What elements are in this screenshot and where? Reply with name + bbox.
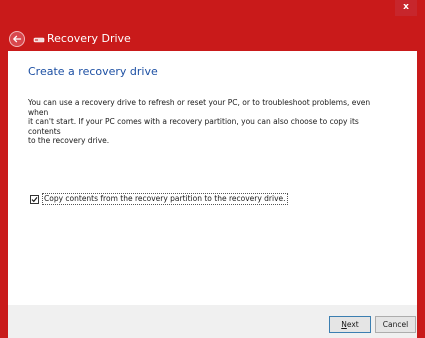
drive-icon [33, 37, 45, 43]
description-line: You can use a recovery drive to refresh … [28, 98, 371, 117]
copy-partition-option[interactable]: Copy contents from the recovery partitio… [30, 193, 288, 205]
window-border-left [0, 47, 8, 338]
copy-partition-checkbox[interactable] [30, 194, 39, 204]
back-arrow-icon [13, 35, 22, 43]
recovery-drive-window: x Recovery Drive Create a recovery drive… [0, 0, 425, 338]
window-border-right [417, 47, 425, 338]
window-title: Recovery Drive [47, 32, 131, 45]
checkmark-icon [31, 196, 38, 202]
description-line: to the recovery drive. [28, 136, 110, 145]
description-line: it can't start. If your PC comes with a … [28, 117, 359, 136]
next-button[interactable]: Next [329, 316, 371, 333]
title-bar: x Recovery Drive [0, 0, 425, 47]
copy-partition-label[interactable]: Copy contents from the recovery partitio… [42, 193, 288, 205]
page-heading: Create a recovery drive [28, 65, 158, 78]
description-text: You can use a recovery drive to refresh … [28, 98, 376, 146]
next-label: ext [346, 320, 359, 329]
content-area [8, 51, 417, 305]
close-icon: x [403, 2, 409, 12]
cancel-button[interactable]: Cancel [375, 316, 416, 333]
close-button[interactable]: x [395, 0, 417, 16]
back-button[interactable] [9, 31, 25, 47]
